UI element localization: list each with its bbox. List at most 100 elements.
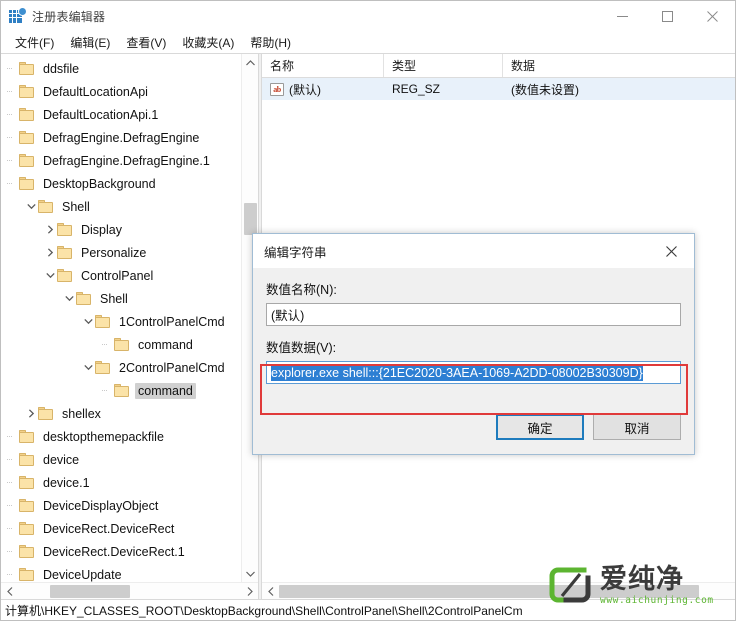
tree-node[interactable]: DefaultLocationApi [1, 80, 241, 103]
folder-icon [19, 568, 35, 581]
cancel-button[interactable]: 取消 [593, 414, 681, 440]
tree-node[interactable]: DeviceRect.DeviceRect.1 [1, 540, 241, 563]
values-hscroll-thumb[interactable] [279, 584, 699, 598]
close-icon[interactable] [690, 1, 735, 31]
tree-node-label: Shell [100, 291, 128, 306]
tree-node[interactable]: shellex [1, 402, 241, 425]
tree-connector [5, 500, 19, 511]
folder-icon [19, 499, 35, 512]
tree-node-label: command [138, 337, 193, 352]
tree-node[interactable]: command [1, 333, 241, 356]
tree-node[interactable]: Personalize [1, 241, 241, 264]
tree-node[interactable]: DeviceRect.DeviceRect [1, 517, 241, 540]
tree-node[interactable]: Shell [1, 195, 241, 218]
tree-node-label: Personalize [81, 245, 147, 260]
chevron-down-icon[interactable] [43, 272, 57, 279]
menu-item-favorites[interactable]: 收藏夹(A) [174, 32, 242, 53]
tree-node[interactable]: Display [1, 218, 241, 241]
folder-icon [114, 338, 130, 351]
status-bar-path: 计算机\HKEY_CLASSES_ROOT\DesktopBackground\… [5, 603, 523, 618]
registry-icon [9, 8, 26, 24]
menu-item-help[interactable]: 帮助(H) [242, 32, 299, 53]
menubar: 文件(F) 编辑(E) 查看(V) 收藏夹(A) 帮助(H) [1, 31, 735, 53]
chevron-down-icon[interactable] [62, 295, 76, 302]
value-name-input[interactable]: (默认) [266, 303, 681, 326]
minimize-icon[interactable] [600, 1, 645, 31]
tree-node[interactable]: DefragEngine.DefragEngine [1, 126, 241, 149]
tree-node[interactable]: 1ControlPanelCmd [1, 310, 241, 333]
folder-icon [19, 177, 35, 190]
tree-scroll-thumb[interactable] [243, 203, 257, 235]
tree-node[interactable]: DefragEngine.DefragEngine.1 [1, 149, 241, 172]
tree-node[interactable]: 2ControlPanelCmd [1, 356, 241, 379]
tree-connector [5, 178, 19, 189]
tree-connector [5, 431, 19, 442]
scroll-left-icon[interactable] [1, 583, 18, 600]
tree-node[interactable]: device.1 [1, 471, 241, 494]
tree-node-label: DefaultLocationApi.1 [43, 107, 159, 122]
chevron-right-icon[interactable] [24, 409, 38, 418]
folder-icon [19, 545, 35, 558]
close-icon[interactable] [649, 236, 693, 266]
maximize-icon[interactable] [645, 1, 690, 31]
edit-string-dialog: 编辑字符串 数值名称(N): (默认) 数值数据(V): explorer.ex… [252, 233, 695, 455]
scroll-right-icon[interactable] [241, 583, 258, 600]
chevron-down-icon[interactable] [81, 364, 95, 371]
registry-tree[interactable]: ddsfile DefaultLocationApi DefaultLocation… [1, 54, 241, 582]
tree-node[interactable]: DeviceUpdate [1, 563, 241, 582]
registry-tree-pane: ddsfile DefaultLocationApi DefaultLocation… [1, 54, 258, 599]
tree-connector [5, 569, 19, 580]
tree-node[interactable]: ddsfile [1, 57, 241, 80]
column-header-data[interactable]: 数据 [503, 54, 735, 77]
column-header-name[interactable]: 名称 [262, 54, 384, 77]
dialog-buttons: 确定 取消 [253, 414, 694, 454]
tree-node[interactable]: DefaultLocationApi.1 [1, 103, 241, 126]
values-column-headers: 名称 类型 数据 [262, 54, 735, 78]
chevron-down-icon[interactable] [81, 318, 95, 325]
value-data-input[interactable]: explorer.exe shell:::{21EC2020-3AEA-1069… [266, 361, 681, 384]
tree-node-label: DeviceRect.DeviceRect.1 [43, 544, 185, 559]
chevron-right-icon[interactable] [43, 248, 57, 257]
tree-hscroll-track[interactable] [18, 583, 241, 600]
tree-node[interactable]: device [1, 448, 241, 471]
folder-icon [57, 269, 73, 282]
scroll-up-icon[interactable] [242, 54, 259, 71]
scroll-down-icon[interactable] [242, 565, 259, 582]
tree-connector [5, 477, 19, 488]
chevron-down-icon[interactable] [24, 203, 38, 210]
folder-icon [19, 430, 35, 443]
tree-node[interactable]: ControlPanel [1, 264, 241, 287]
column-header-type[interactable]: 类型 [384, 54, 503, 77]
table-row[interactable]: ab (默认) REG_SZ (数值未设置) [262, 78, 735, 100]
tree-horizontal-scrollbar[interactable] [1, 582, 258, 599]
menu-item-file[interactable]: 文件(F) [7, 32, 62, 53]
tree-connector [5, 63, 19, 74]
status-bar: 计算机\HKEY_CLASSES_ROOT\DesktopBackground\… [1, 599, 735, 620]
tree-hscroll-thumb[interactable] [50, 584, 130, 598]
chevron-right-icon[interactable] [43, 225, 57, 234]
tree-connector [100, 385, 114, 396]
tree-node-label: 2ControlPanelCmd [119, 360, 225, 375]
ok-button[interactable]: 确定 [496, 414, 584, 440]
folder-icon [95, 361, 111, 374]
tree-node[interactable]: DesktopBackground [1, 172, 241, 195]
dialog-content: 数值名称(N): (默认) 数值数据(V): explorer.exe shel… [253, 268, 694, 415]
tree-connector [5, 546, 19, 557]
tree-node-label: ddsfile [43, 61, 80, 76]
menu-item-edit[interactable]: 编辑(E) [62, 32, 118, 53]
tree-node-label: shellex [62, 406, 101, 421]
values-horizontal-scrollbar[interactable] [262, 582, 735, 599]
tree-node-label: Display [81, 222, 122, 237]
tree-node-label: command [135, 382, 196, 399]
tree-node-label: DefragEngine.DefragEngine [43, 130, 200, 145]
tree-node[interactable]: command [1, 379, 241, 402]
menu-item-view[interactable]: 查看(V) [118, 32, 174, 53]
tree-node-label: device.1 [43, 475, 90, 490]
tree-node[interactable]: DeviceDisplayObject [1, 494, 241, 517]
tree-connector [5, 86, 19, 97]
scroll-left-icon[interactable] [262, 583, 279, 600]
tree-node[interactable]: desktopthemepackfile [1, 425, 241, 448]
tree-connector [5, 523, 19, 534]
values-hscroll-track[interactable] [279, 583, 735, 600]
tree-node[interactable]: Shell [1, 287, 241, 310]
